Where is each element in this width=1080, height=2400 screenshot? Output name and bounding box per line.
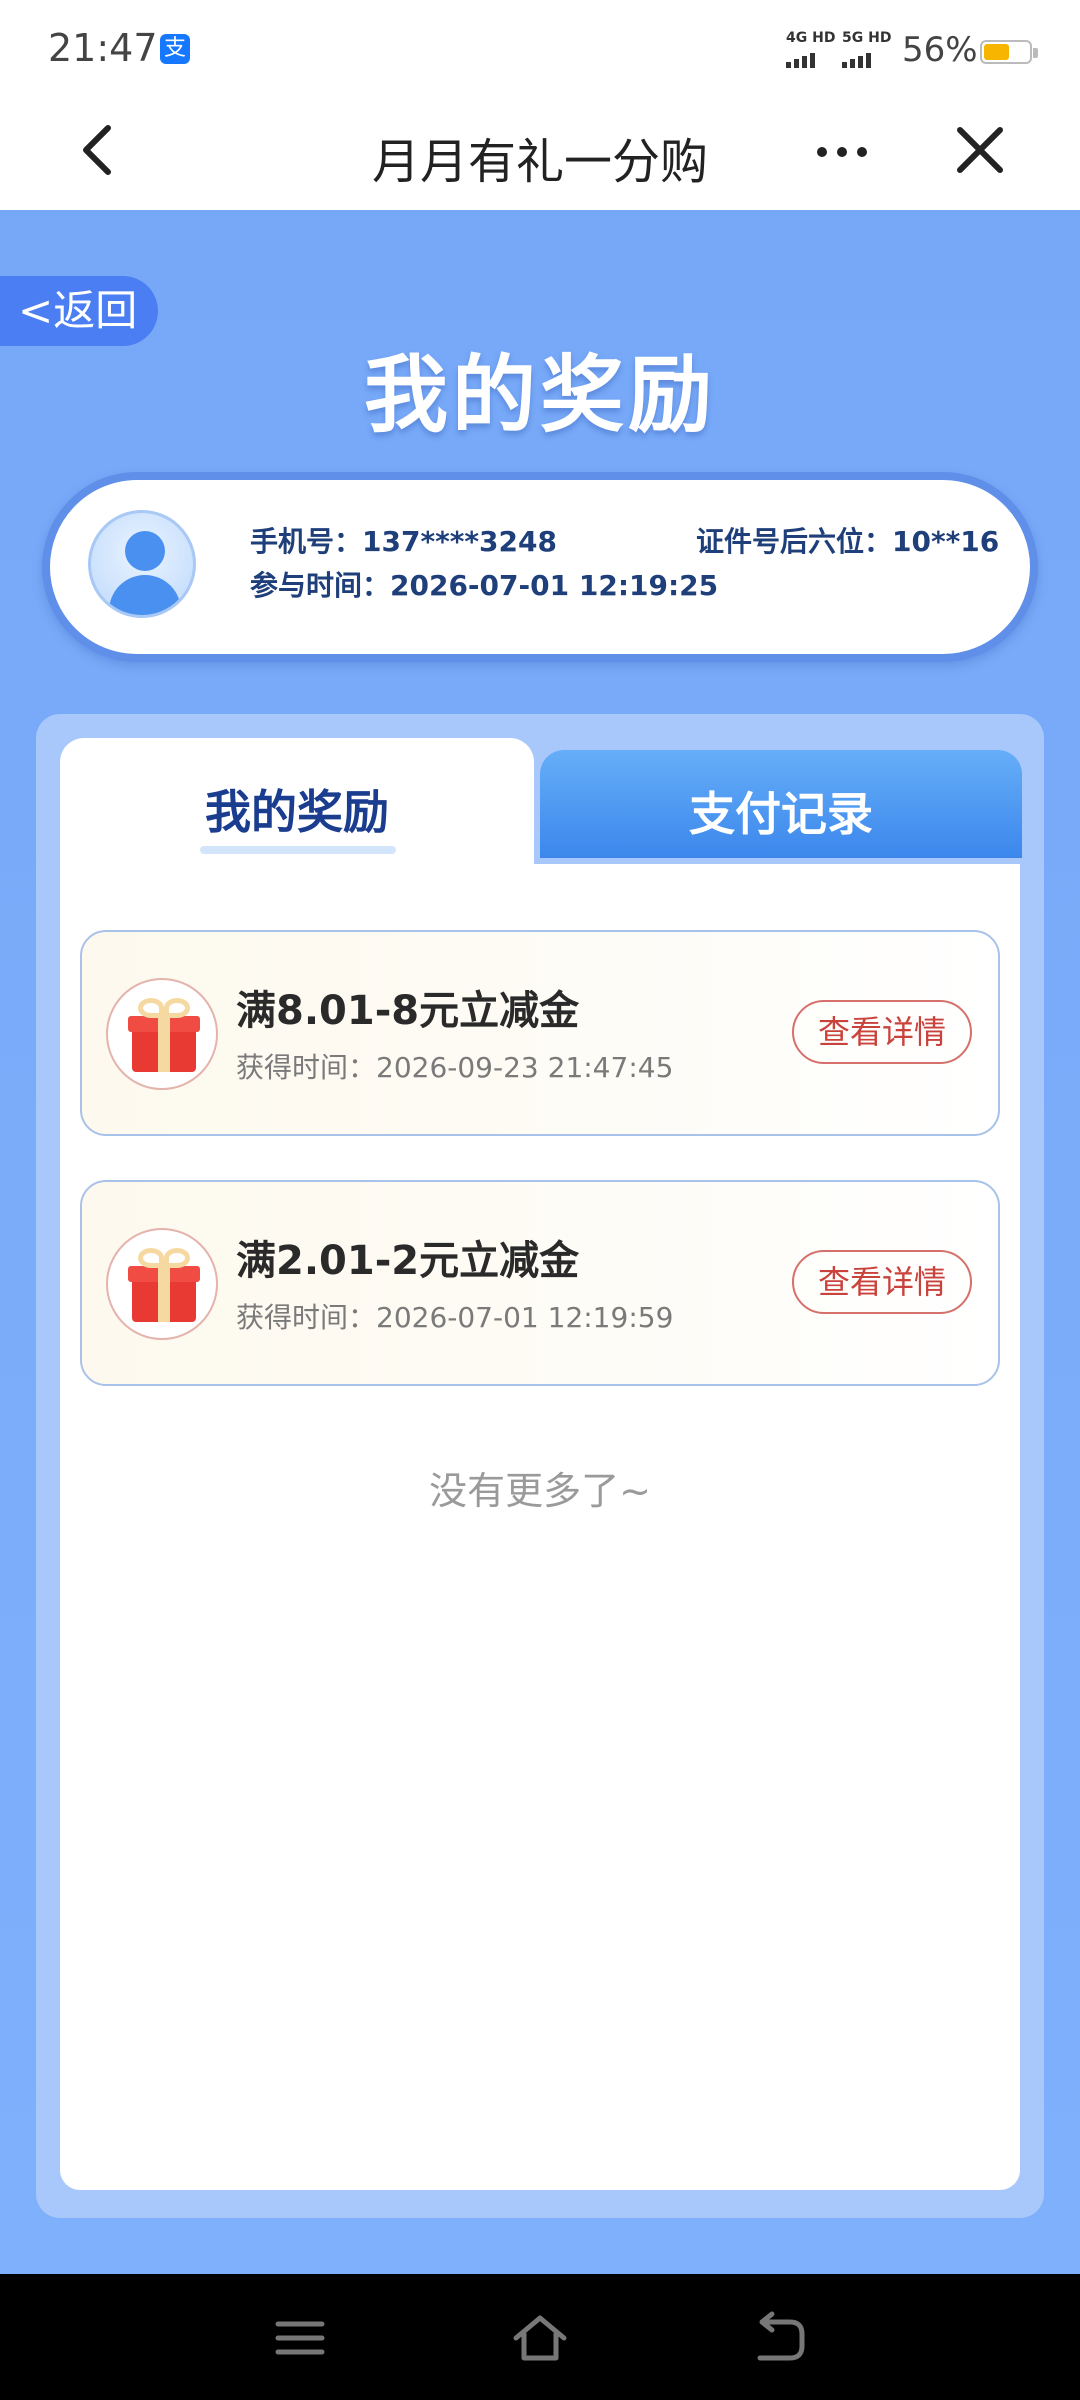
reward-time: 获得时间：2026-09-23 21:47:45	[236, 1051, 674, 1084]
active-tab-indicator	[200, 846, 396, 854]
page-title: 我的奖励	[363, 346, 716, 444]
network-4g-indicator: 4G HD	[786, 30, 835, 68]
status-time: 21:47	[48, 26, 158, 70]
tab-payment-records-label: 支付记录	[689, 787, 873, 841]
reward-title: 满2.01-2元立减金	[236, 1238, 580, 1284]
list-item: 满8.01-8元立减金 获得时间：2026-09-23 21:47:45 查看详…	[80, 930, 1000, 1136]
tab-my-rewards-label: 我的奖励	[205, 785, 389, 839]
tab-payment-records[interactable]: 支付记录	[540, 750, 1022, 858]
menu-icon[interactable]	[270, 2308, 330, 2368]
rewards-panel: 支付记录 满8.01-8元立减金 获得时间：2026-09-23 21:47:4…	[36, 714, 1044, 2218]
list-end-text: 没有更多了~	[429, 1469, 651, 1513]
list-item: 满2.01-2元立减金 获得时间：2026-07-01 12:19:59 查看详…	[80, 1180, 1000, 1386]
battery-fill	[984, 44, 1009, 60]
reward-time: 获得时间：2026-07-01 12:19:59	[236, 1301, 674, 1334]
signal-bars-icon	[786, 50, 835, 68]
reward-title: 满8.01-8元立减金	[236, 988, 580, 1034]
back-arrow-icon[interactable]	[750, 2308, 810, 2368]
join-time: 参与时间：2026-07-01 12:19:25	[250, 569, 719, 602]
system-nav-bar	[0, 2274, 1080, 2400]
gift-icon	[106, 978, 218, 1090]
phone-number: 手机号：137****3248	[250, 525, 557, 558]
user-avatar-icon	[88, 510, 196, 618]
tab-my-rewards[interactable]: 我的奖励	[60, 738, 534, 878]
home-icon[interactable]	[510, 2308, 570, 2368]
rewards-list: 满8.01-8元立减金 获得时间：2026-09-23 21:47:45 查看详…	[60, 864, 1020, 2190]
close-icon[interactable]	[950, 120, 1010, 180]
signal-bars-icon	[842, 50, 891, 68]
view-details-button[interactable]: 查看详情	[792, 1250, 972, 1314]
network-5g-label: 5G HD	[842, 30, 892, 46]
network-5g-indicator: 5G HD	[842, 30, 891, 68]
battery-icon	[980, 40, 1038, 64]
gift-icon	[106, 1228, 218, 1340]
id-suffix: 证件号后六位：10**16	[696, 525, 1000, 558]
network-4g-label: 4G HD	[786, 30, 836, 46]
page-content: <返回 我的奖励 手机号：137****3248 证件号后六位：10**16 参…	[0, 210, 1080, 2274]
status-bar: 21:47 支 4G HD 5G HD 56%	[0, 0, 1080, 96]
nav-bar: 月月有礼一分购	[0, 96, 1080, 210]
nav-title: 月月有礼一分购	[371, 134, 708, 190]
view-details-button[interactable]: 查看详情	[792, 1000, 972, 1064]
more-dots-icon[interactable]	[812, 122, 872, 182]
user-info-card: 手机号：137****3248 证件号后六位：10**16 参与时间：2026-…	[42, 472, 1038, 662]
alipay-icon: 支	[160, 34, 190, 64]
battery-percent: 56%	[902, 30, 978, 70]
